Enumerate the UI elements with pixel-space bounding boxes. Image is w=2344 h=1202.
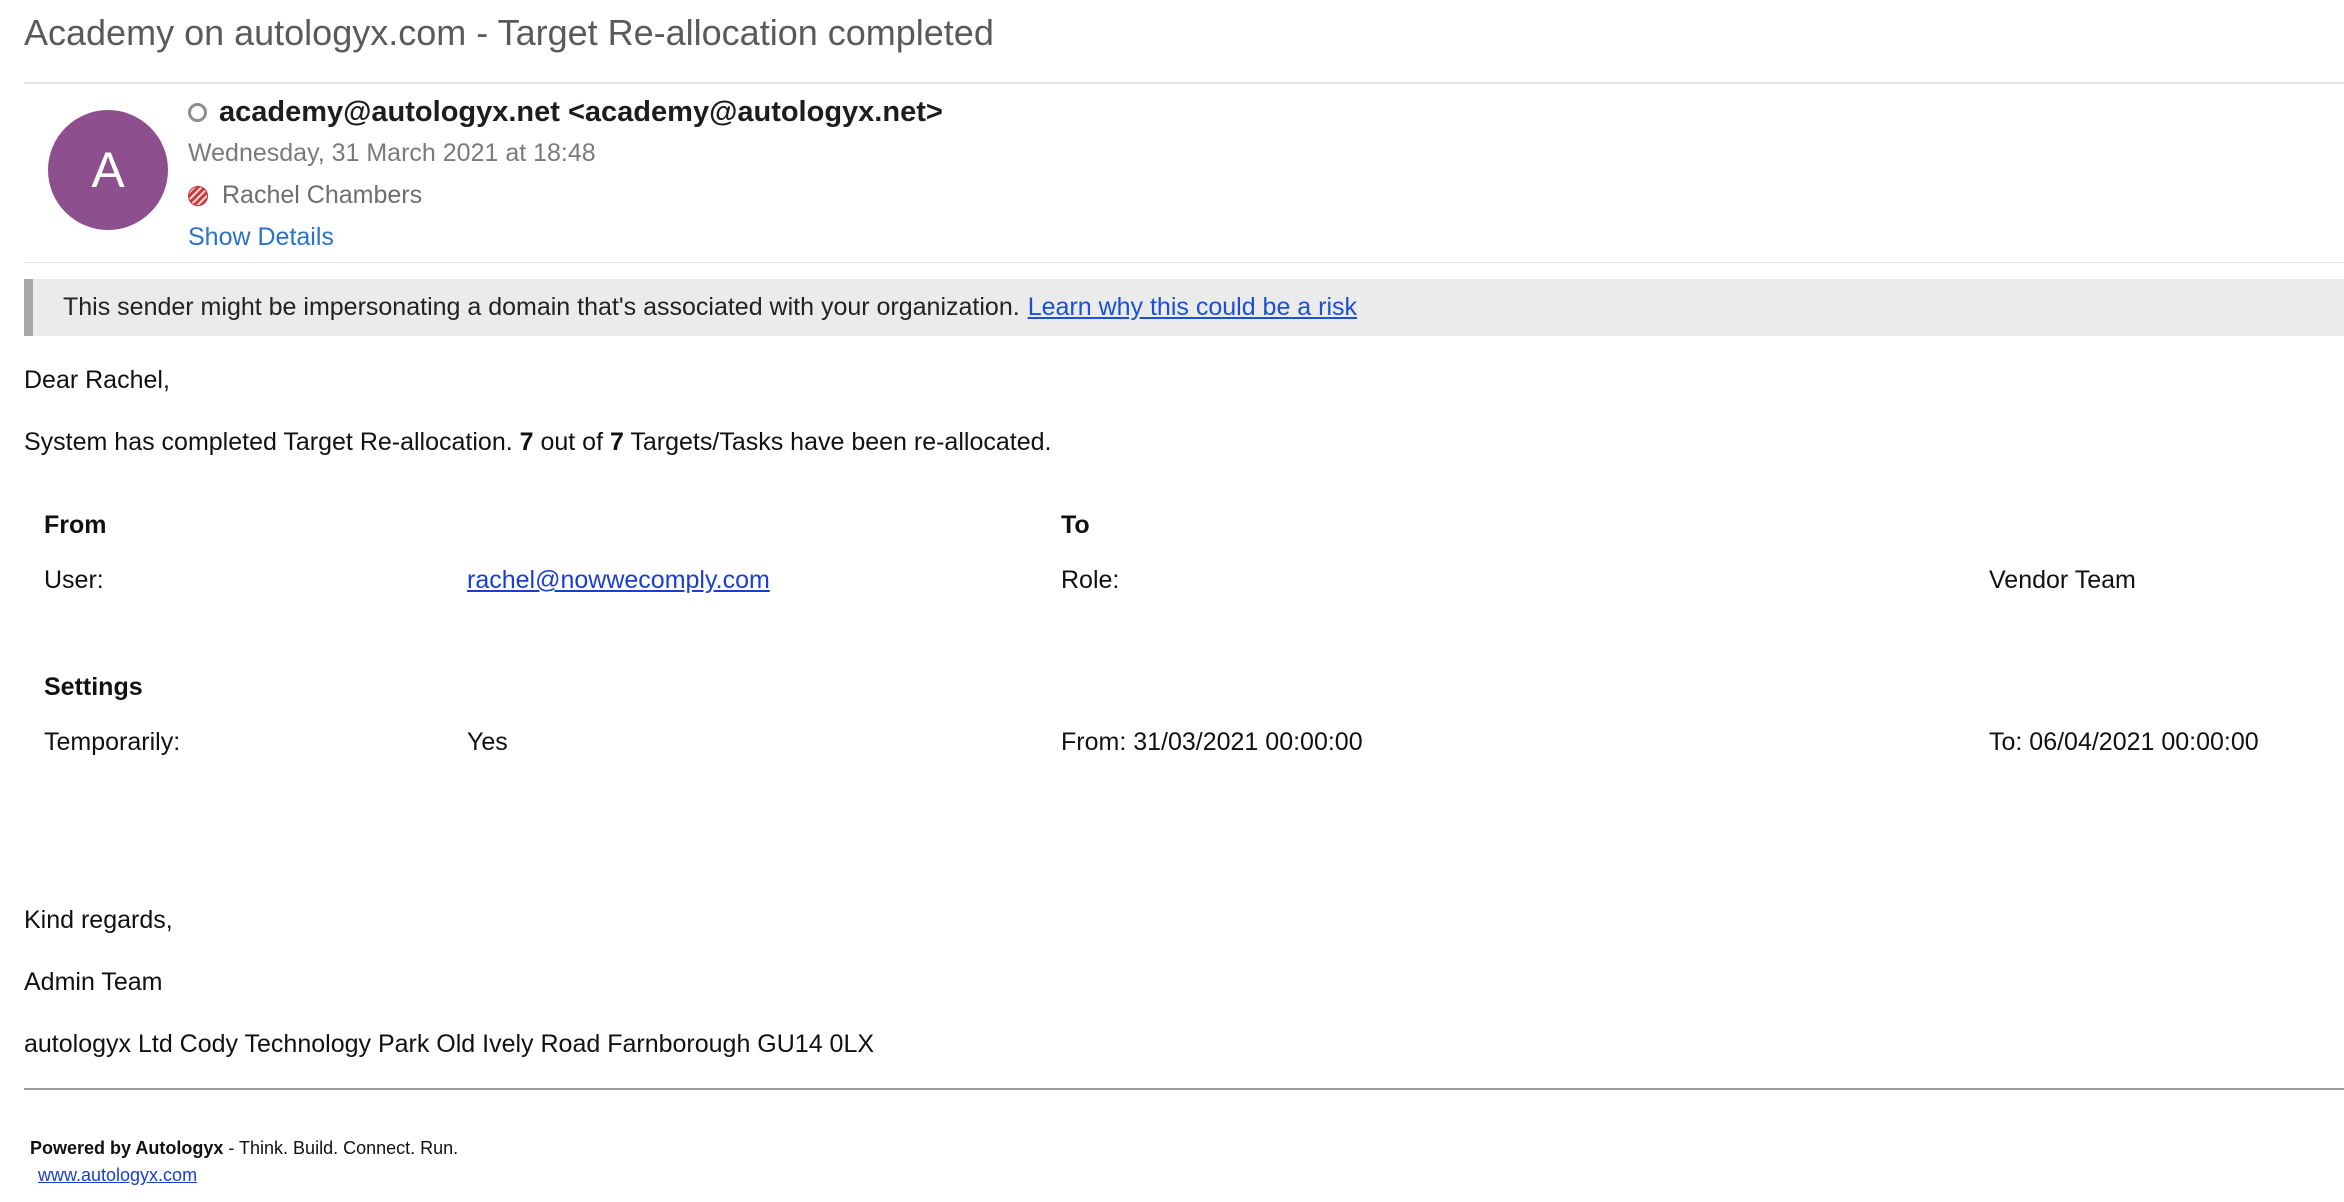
to-header: To xyxy=(1061,511,1090,539)
settings-header: Settings xyxy=(44,673,143,701)
greeting: Dear Rachel, xyxy=(24,366,170,394)
presence-status-icon xyxy=(188,103,207,122)
footer-divider xyxy=(24,1088,2344,1090)
recipient-name[interactable]: Rachel Chambers xyxy=(222,181,422,210)
role-label: Role: xyxy=(1061,566,1120,594)
temporarily-label: Temporarily: xyxy=(44,728,181,756)
header-divider xyxy=(24,82,2344,84)
summary-line: System has completed Target Re-allocatio… xyxy=(24,428,1051,457)
summary-total: 7 xyxy=(609,428,624,456)
sender-row: academy@autologyx.net <academy@autologyx… xyxy=(188,96,943,129)
summary-post: Targets/Tasks have been re-allocated. xyxy=(623,428,1052,456)
summary-mid: out of xyxy=(533,428,610,456)
role-value: Vendor Team xyxy=(1989,566,2136,594)
recipient-status-icon xyxy=(188,185,208,206)
summary-pre: System has completed Target Re-allocatio… xyxy=(24,428,520,456)
from-header: From xyxy=(44,511,107,539)
impersonation-warning-banner: This sender might be impersonating a dom… xyxy=(24,279,2344,336)
regards: Kind regards, xyxy=(24,906,173,934)
show-details-link[interactable]: Show Details xyxy=(188,223,334,252)
learn-risk-link[interactable]: Learn why this could be a risk xyxy=(1028,293,1357,322)
temporarily-value: Yes xyxy=(467,728,508,756)
website-link[interactable]: www.autologyx.com xyxy=(38,1165,197,1186)
recipient-row: Rachel Chambers xyxy=(188,181,422,210)
email-subject: Academy on autologyx.com - Target Re-all… xyxy=(24,12,994,53)
summary-count: 7 xyxy=(519,428,534,456)
user-email-link[interactable]: rachel@nowwecomply.com xyxy=(467,566,770,595)
team-name: Admin Team xyxy=(24,968,163,996)
user-label: User: xyxy=(44,566,104,594)
sender-address[interactable]: academy@autologyx.net <academy@autologyx… xyxy=(219,96,943,129)
email-date: Wednesday, 31 March 2021 at 18:48 xyxy=(188,139,596,167)
to-date: To: 06/04/2021 00:00:00 xyxy=(1989,728,2259,756)
header-bottom-divider xyxy=(24,262,2344,263)
tagline: - Think. Build. Connect. Run. xyxy=(223,1138,459,1158)
from-date: From: 31/03/2021 00:00:00 xyxy=(1061,728,1363,756)
company-address: autologyx Ltd Cody Technology Park Old I… xyxy=(24,1030,875,1058)
warning-text: This sender might be impersonating a dom… xyxy=(63,293,1020,321)
powered-by: Powered by Autologyx - Think. Build. Con… xyxy=(30,1138,458,1159)
sender-avatar: A xyxy=(48,110,168,230)
powered-by-label: Powered by Autologyx xyxy=(30,1138,224,1158)
